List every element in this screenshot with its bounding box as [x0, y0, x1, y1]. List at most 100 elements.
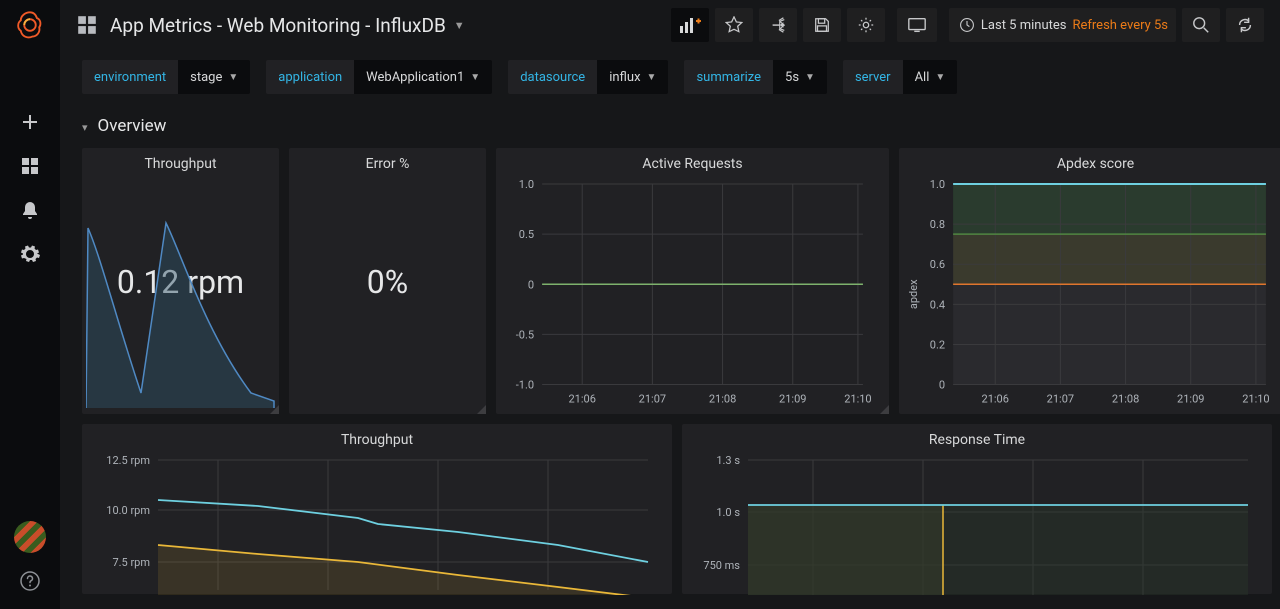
sparkline — [86, 218, 276, 408]
time-picker[interactable]: Last 5 minutes Refresh every 5s — [949, 8, 1176, 42]
var-label: datasource — [508, 60, 597, 94]
panel-body: 1.0 0.5 0 -0.5 -1.0 21:06 21:07 21:08 21… — [496, 174, 889, 414]
var-datasource: datasource influx▼ — [508, 60, 668, 94]
chart-active-requests: 1.0 0.5 0 -0.5 -1.0 21:06 21:07 21:08 21… — [502, 174, 883, 409]
svg-text:0.6: 0.6 — [930, 258, 945, 271]
chart-apdex: 1.0 0.8 0.6 0.4 0.2 0 apdex 21:06 21:07 … — [905, 174, 1280, 409]
svg-text:21:06: 21:06 — [568, 393, 595, 406]
svg-text:0.2: 0.2 — [930, 338, 945, 351]
panel-response-time[interactable]: Response Time 1.3 s 1.0 s 750 ms — [682, 424, 1272, 594]
plus-icon — [20, 112, 40, 132]
panel-title: Throughput — [82, 148, 279, 174]
var-value-text: All — [915, 70, 930, 85]
main-area: App Metrics - Web Monitoring - InfluxDB … — [60, 0, 1280, 594]
save-icon — [813, 16, 831, 34]
var-application: application WebApplication1 ▼ — [266, 60, 492, 94]
svg-text:21:09: 21:09 — [779, 393, 806, 406]
panel-body: 0% — [289, 174, 486, 414]
dashboards-nav-icon[interactable] — [76, 14, 98, 36]
chevron-down-icon: ▾ — [82, 121, 88, 134]
var-value[interactable]: All ▼ — [903, 60, 958, 94]
svg-text:1.3 s: 1.3 s — [716, 454, 740, 467]
stat-value: 0% — [289, 263, 486, 301]
var-environment: environment stage ▼ — [82, 60, 250, 94]
svg-text:-0.5: -0.5 — [516, 328, 534, 341]
svg-text:0.4: 0.4 — [930, 298, 945, 311]
grafana-logo[interactable] — [0, 0, 60, 50]
bell-icon — [20, 200, 40, 220]
svg-text:21:09: 21:09 — [1177, 393, 1204, 406]
share-button[interactable] — [759, 8, 797, 42]
var-value-text: stage — [190, 70, 222, 85]
var-summarize: summarize 5s ▼ — [684, 60, 826, 94]
time-range-text: Last 5 minutes — [981, 18, 1067, 33]
var-value-text: 5s — [785, 70, 799, 85]
settings-button[interactable] — [847, 8, 885, 42]
title-caret-icon: ▼ — [454, 19, 465, 32]
panel-active-requests[interactable]: Active Requests 1.0 0 — [496, 148, 889, 414]
var-value[interactable]: stage ▼ — [178, 60, 250, 94]
sidenav-alerting[interactable] — [0, 188, 60, 232]
panel-title: Active Requests — [496, 148, 889, 174]
var-label: application — [266, 60, 354, 94]
var-value[interactable]: 5s ▼ — [773, 60, 827, 94]
sidenav-user[interactable] — [0, 521, 60, 565]
var-value[interactable]: influx▼ — [597, 60, 668, 94]
page-title[interactable]: App Metrics - Web Monitoring - InfluxDB … — [110, 14, 465, 37]
add-panel-button[interactable] — [671, 8, 709, 42]
resize-handle[interactable] — [477, 405, 486, 414]
caret-down-icon: ▼ — [647, 72, 657, 83]
save-button[interactable] — [803, 8, 841, 42]
row-overview[interactable]: ▾ Overview — [60, 98, 1280, 142]
resize-handle[interactable] — [270, 405, 279, 414]
tv-mode-button[interactable] — [897, 8, 937, 42]
var-value-text: WebApplication1 — [366, 70, 464, 85]
svg-text:0.8: 0.8 — [930, 218, 945, 231]
var-label: summarize — [684, 60, 773, 94]
panel-error-pct[interactable]: Error % 0% — [289, 148, 486, 414]
svg-text:21:06: 21:06 — [982, 393, 1009, 406]
var-value[interactable]: WebApplication1 ▼ — [354, 60, 492, 94]
svg-text:10.0 rpm: 10.0 rpm — [106, 504, 150, 517]
star-button[interactable] — [715, 8, 753, 42]
panel-title: Error % — [289, 148, 486, 174]
svg-text:0: 0 — [939, 379, 945, 392]
sidenav-create[interactable] — [0, 100, 60, 144]
svg-text:750 ms: 750 ms — [703, 559, 740, 572]
navbar-title-group: App Metrics - Web Monitoring - InfluxDB … — [76, 14, 663, 37]
svg-text:21:08: 21:08 — [709, 393, 736, 406]
navbar: App Metrics - Web Monitoring - InfluxDB … — [60, 0, 1280, 50]
panel-body: 1.3 s 1.0 s 750 ms — [682, 450, 1272, 594]
sidenav-dashboards[interactable] — [0, 144, 60, 188]
svg-text:12.5 rpm: 12.5 rpm — [106, 454, 150, 467]
star-icon — [725, 16, 743, 34]
sidenav-help[interactable] — [0, 565, 60, 609]
var-label: environment — [82, 60, 178, 94]
resize-handle[interactable] — [880, 405, 889, 414]
sidenav-config[interactable] — [0, 232, 60, 276]
panel-body: 12.5 rpm 10.0 rpm 7.5 rpm — [82, 450, 672, 594]
svg-text:1.0 s: 1.0 s — [716, 506, 740, 519]
var-server: server All▼ — [843, 60, 957, 94]
add-panel-icon — [679, 16, 701, 34]
caret-down-icon: ▼ — [805, 72, 815, 83]
panel-title: Apdex score — [899, 148, 1280, 174]
svg-text:1.0: 1.0 — [930, 178, 945, 191]
clock-icon — [959, 17, 975, 33]
panel-throughput-stat[interactable]: Throughput 0.12 rpm — [82, 148, 279, 414]
caret-down-icon: ▼ — [470, 72, 480, 83]
search-icon — [1192, 16, 1210, 34]
svg-text:21:08: 21:08 — [1112, 393, 1139, 406]
panel-row-2: Throughput 12.5 rpm 10.0 rpm 7.5 rpm — [60, 414, 1280, 594]
refresh-button[interactable] — [1226, 8, 1264, 42]
svg-text:21:07: 21:07 — [1047, 393, 1074, 406]
zoom-out-button[interactable] — [1182, 8, 1220, 42]
panel-body: 1.0 0.8 0.6 0.4 0.2 0 apdex 21:06 21:07 … — [899, 174, 1280, 414]
refresh-interval-text: Refresh every 5s — [1072, 18, 1168, 33]
panel-throughput-chart[interactable]: Throughput 12.5 rpm 10.0 rpm 7.5 rpm — [82, 424, 672, 594]
side-nav — [0, 0, 60, 609]
caret-down-icon: ▼ — [935, 72, 945, 83]
caret-down-icon: ▼ — [228, 72, 238, 83]
panel-apdex[interactable]: Apdex score — [899, 148, 1280, 414]
svg-text:21:10: 21:10 — [1242, 393, 1269, 406]
